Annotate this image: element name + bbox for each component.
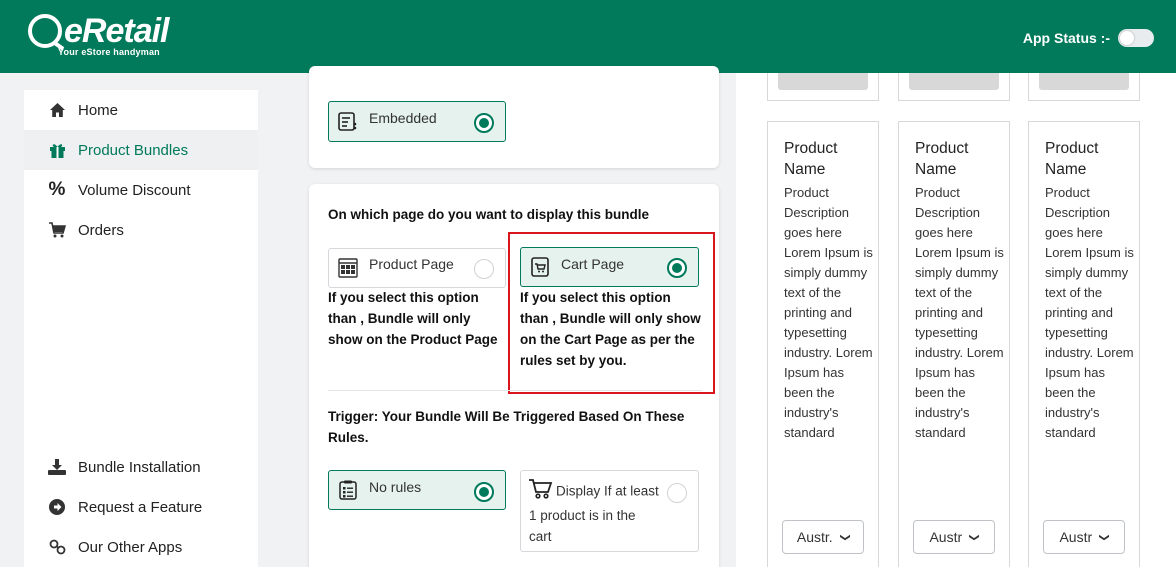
product-description: Product Description goes here Lorem Ipsu… [1045,185,1134,440]
brand-name: eRetail [64,12,169,50]
display-if-text: Display If at least 1 product is in the … [529,479,659,547]
display-if-radio[interactable] [667,483,687,503]
display-settings-card: On which page do you want to display thi… [309,184,719,567]
sidebar-item-label: Bundle Installation [78,458,201,476]
sidebar-item-label: Product Bundles [78,141,189,159]
link-icon [48,538,66,556]
sidebar-item-request-feature[interactable]: Request a Feature [24,487,258,527]
sidebar-item-other-apps[interactable]: Our Other Apps [24,527,258,567]
product-name: Product Name [784,140,838,178]
product-page-label: Product Page [369,256,454,272]
product-page-radio[interactable] [474,259,494,279]
preview-product-card: Product Name Product Description goes he… [767,121,879,567]
country-select-value: Austr. [796,529,833,545]
chevron-down-icon: ❯ [1098,532,1110,542]
country-select[interactable]: Austr. ❯ [782,520,864,554]
trigger-heading: Trigger: Your Bundle Will Be Triggered B… [328,409,685,445]
product-description: Product Description goes here Lorem Ipsu… [784,185,873,440]
no-rules-option[interactable]: No rules [328,470,506,510]
top-bar: eRetail Your eStore handyman App Status … [0,0,1176,73]
rules-list-icon [337,479,359,501]
sidebar-item-label: Home [78,101,119,119]
home-icon [48,101,66,119]
product-description: Product Description goes here Lorem Ipsu… [915,185,1004,440]
country-select-value: Austr [929,529,963,545]
product-page-icon [337,257,359,279]
embedded-layout-icon [337,111,359,133]
brand-tagline: Your eStore handyman [58,47,160,57]
product-page-option[interactable]: Product Page [328,248,506,288]
sidebar-item-orders[interactable]: Orders [24,210,258,250]
preview-button-stub [909,73,999,90]
app-status: App Status :- [1023,29,1154,47]
product-page-note: If you select this option than , Bundle … [328,290,498,347]
cart-page-highlight [508,232,715,394]
preview-product-card: Product Name Product Description goes he… [1028,121,1140,567]
download-icon [48,458,66,476]
no-rules-radio[interactable] [474,482,494,502]
logo-q-mark [28,14,62,48]
country-select-value: Austr [1059,529,1093,545]
sidebar-item-volume-discount[interactable]: % Volume Discount [24,170,258,210]
embedded-radio[interactable] [474,113,494,133]
sidebar-item-label: Request a Feature [78,498,203,516]
preview-card-top [1028,73,1140,101]
no-rules-label: No rules [369,479,422,495]
preview-card-top [767,73,879,101]
sidebar-item-home[interactable]: Home [24,90,258,130]
embedded-label: Embedded [369,109,437,126]
product-name: Product Name [1045,140,1099,178]
section-divider [328,390,702,391]
sidebar-item-product-bundles[interactable]: Product Bundles [24,130,258,170]
gift-icon [48,141,66,159]
app-status-toggle[interactable] [1118,29,1154,47]
chevron-down-icon: ❯ [968,532,980,542]
preview-card-top [898,73,1010,101]
cart-outline-icon [529,479,553,505]
arrow-circle-icon [48,498,66,516]
cart-icon [48,221,66,239]
chevron-down-icon: ❯ [839,532,851,542]
display-page-question: On which page do you want to display thi… [328,207,650,222]
country-select[interactable]: Austr ❯ [913,520,995,554]
display-if-option[interactable]: Display If at least 1 product is in the … [520,470,699,552]
preview-button-stub [778,73,868,90]
embedded-option[interactable]: Embedded [328,101,506,142]
preview-button-stub [1039,73,1129,90]
sidebar-item-bundle-installation[interactable]: Bundle Installation [24,447,258,487]
preview-product-card: Product Name Product Description goes he… [898,121,1010,567]
bundle-preview: Product Name Product Description goes he… [736,73,1176,567]
layout-card: Embedded [309,66,719,168]
sidebar-item-label: Orders [78,221,124,239]
sidebar-item-label: Our Other Apps [78,538,183,556]
percent-icon: % [48,179,66,200]
product-name: Product Name [915,140,969,178]
country-select[interactable]: Austr ❯ [1043,520,1125,554]
app-status-label: App Status :- [1022,30,1110,46]
brand-logo[interactable]: eRetail Your eStore handyman [28,14,169,57]
sidebar: Home Product Bundles % Volume Discount O… [24,90,258,567]
sidebar-item-label: Volume Discount [78,181,191,199]
